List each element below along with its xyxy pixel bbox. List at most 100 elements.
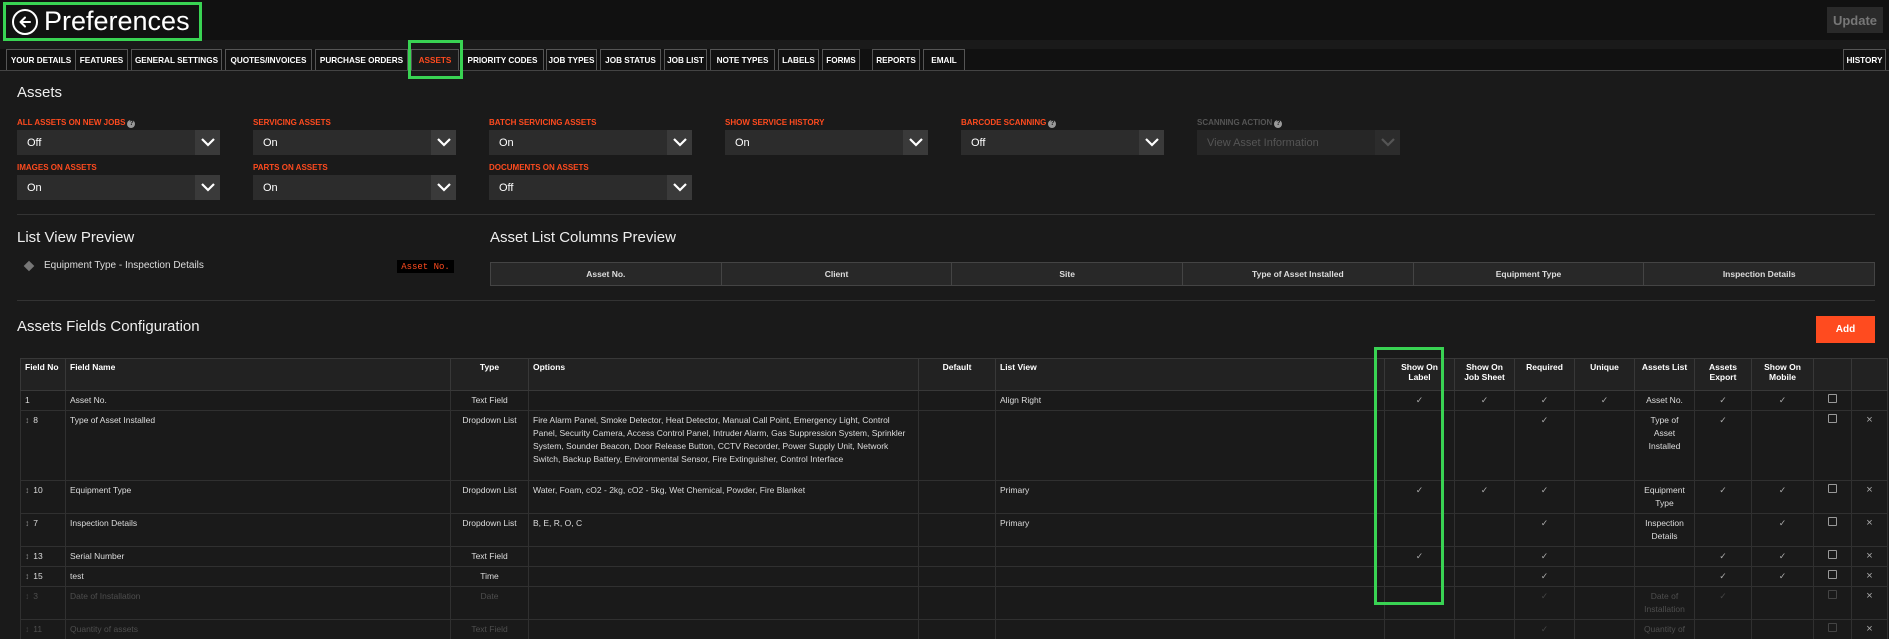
tab-forms[interactable]: FORMS — [822, 49, 860, 70]
tab-labels[interactable]: LABELS — [778, 49, 819, 70]
columns-preview-header: Asset No. Client Site Type of Asset Install… — [490, 262, 1875, 286]
tab-history[interactable]: HISTORY — [1843, 49, 1886, 70]
required-cell: ✓ — [1514, 619, 1575, 639]
col-edit — [1813, 358, 1852, 391]
table-row[interactable]: ↕ 15 test Time ✓ ✓ ✓ × — [20, 566, 1888, 587]
tab-job-list[interactable]: JOB LIST — [664, 49, 707, 70]
table-row[interactable]: ↕ 13 Serial Number Text Field ✓ ✓ ✓ ✓ × — [20, 546, 1888, 567]
tab-note-types[interactable]: NOTE TYPES — [710, 49, 775, 70]
delete-icon[interactable]: × — [1866, 484, 1872, 496]
servicing-assets-label: SERVICING ASSETS — [253, 118, 331, 127]
delete-icon[interactable]: × — [1866, 517, 1872, 529]
drag-handle-icon[interactable]: ↕ — [25, 591, 29, 601]
assets-export-cell: ✓ — [1694, 546, 1752, 567]
show-on-mobile-cell: ✓ — [1751, 513, 1814, 547]
show-on-job-sheet-cell — [1454, 566, 1515, 587]
images-on-assets-select[interactable]: On — [17, 175, 220, 200]
tab-priority-codes[interactable]: PRIORITY CODES — [461, 49, 544, 70]
help-icon[interactable]: ? — [1048, 120, 1057, 128]
parts-on-assets-select[interactable]: On — [253, 175, 456, 200]
edit-icon[interactable] — [1828, 414, 1837, 423]
help-icon[interactable]: ? — [127, 120, 136, 128]
drag-handle-icon[interactable]: ↕ — [25, 415, 29, 425]
default-cell — [918, 619, 996, 639]
drag-handle-icon[interactable]: ↕ — [25, 551, 29, 561]
default-cell — [918, 410, 996, 481]
tab-purchase-orders[interactable]: PURCHASE ORDERS — [315, 49, 408, 70]
check-icon: ✓ — [1480, 395, 1489, 405]
back-arrow-icon[interactable] — [12, 8, 38, 35]
show-on-label-cell: ✓ — [1384, 390, 1455, 411]
scanning-action-label: SCANNING ACTION? — [1197, 118, 1283, 128]
edit-icon[interactable] — [1828, 484, 1837, 493]
field-no-cell: ↕ 13 — [20, 546, 66, 567]
edit-icon[interactable] — [1828, 590, 1837, 599]
field-no: 3 — [33, 591, 38, 601]
check-icon: ✓ — [1778, 551, 1787, 561]
drag-handle-icon[interactable]: ↕ — [25, 518, 29, 528]
servicing-assets-value: On — [263, 136, 278, 149]
edit-cell — [1813, 513, 1852, 547]
assets-export-cell: ✓ — [1694, 410, 1752, 481]
servicing-assets-label-text: SERVICING ASSETS — [253, 118, 331, 127]
unique-cell — [1574, 566, 1635, 587]
required-cell: ✓ — [1514, 513, 1575, 547]
edit-icon[interactable] — [1828, 517, 1837, 526]
delete-icon[interactable]: × — [1866, 570, 1872, 582]
tab-email[interactable]: EMAIL — [923, 49, 965, 70]
barcode-scanning-select[interactable]: Off — [961, 130, 1164, 155]
delete-icon[interactable]: × — [1866, 414, 1872, 426]
drag-handle-icon[interactable]: ↕ — [25, 571, 29, 581]
drag-handle-icon[interactable]: ↕ — [25, 624, 29, 634]
table-row[interactable]: ↕ 8 Type of Asset Installed Dropdown List Fi… — [20, 410, 1888, 481]
scanning-action-select: View Asset Information — [1197, 130, 1400, 155]
batch-servicing-assets-label-text: BATCH SERVICING ASSETS — [489, 118, 597, 127]
field-no-cell: ↕ 3 — [20, 586, 66, 620]
field-type: Text Field — [471, 624, 508, 634]
delete-icon[interactable]: × — [1866, 550, 1872, 562]
field-options: Water, Foam, cO2 - 2kg, cO2 - 5kg, Wet C… — [533, 485, 806, 495]
field-name-cell: Quantity of assets — [65, 619, 451, 639]
options-cell — [528, 619, 919, 639]
tab-general-settings[interactable]: GENERAL SETTINGS — [131, 49, 222, 70]
edit-icon[interactable] — [1828, 570, 1837, 579]
tab-job-types[interactable]: JOB TYPES — [546, 49, 597, 70]
tab-features[interactable]: FEATURES — [75, 49, 128, 70]
table-row[interactable]: ↕ 10 Equipment Type Dropdown List Water, Foa… — [20, 480, 1888, 514]
edit-icon[interactable] — [1828, 550, 1837, 559]
tab-assets[interactable]: ASSETS — [411, 49, 459, 70]
delete-icon[interactable]: × — [1866, 623, 1872, 635]
show-on-mobile-cell: ✓ — [1751, 546, 1814, 567]
tab-reports[interactable]: REPORTS — [872, 49, 920, 70]
add-field-button[interactable]: Add — [1816, 316, 1875, 343]
chevron-down-icon — [195, 175, 220, 200]
batch-servicing-assets-select[interactable]: On — [489, 130, 692, 155]
servicing-assets-select[interactable]: On — [253, 130, 456, 155]
edit-cell — [1813, 390, 1852, 411]
tab-job-status[interactable]: JOB STATUS — [600, 49, 661, 70]
table-row[interactable]: ↕ 3 Date of Installation Date ✓ Date of Insta… — [20, 586, 1888, 620]
edit-icon[interactable] — [1828, 394, 1837, 403]
update-button[interactable]: Update — [1827, 7, 1883, 33]
batch-servicing-assets-label: BATCH SERVICING ASSETS — [489, 118, 596, 127]
show-service-history-select[interactable]: On — [725, 130, 928, 155]
edit-icon[interactable] — [1828, 623, 1837, 632]
field-assets-list: Inspection Details — [1645, 518, 1684, 541]
field-assets-list: Date of Installation — [1644, 591, 1685, 614]
field-name: Inspection Details — [70, 518, 138, 528]
field-no: 8 — [33, 415, 38, 425]
table-row[interactable]: 1 Asset No. Text Field Align Right ✓ ✓ ✓ ✓ Asset… — [20, 390, 1888, 411]
show-on-label-cell: ✓ — [1384, 546, 1455, 567]
documents-on-assets-select[interactable]: Off — [489, 175, 692, 200]
show-on-job-sheet-cell: ✓ — [1454, 480, 1515, 514]
all-assets-on-new-jobs-select[interactable]: Off — [17, 130, 220, 155]
help-icon[interactable]: ? — [1274, 120, 1283, 128]
delete-icon[interactable]: × — [1866, 590, 1872, 602]
tab-your-details[interactable]: YOUR DETAILS — [6, 49, 76, 70]
list-view-cell: Primary — [995, 480, 1385, 514]
table-row[interactable]: ↕ 11 Quantity of assets Text Field ✓ Quantity… — [20, 619, 1888, 639]
drag-handle-icon[interactable]: ↕ — [25, 485, 29, 495]
tab-quotes-invoices[interactable]: QUOTES/INVOICES — [225, 49, 312, 70]
delete-cell — [1851, 390, 1888, 411]
table-row[interactable]: ↕ 7 Inspection Details Dropdown List B, E, R… — [20, 513, 1888, 547]
